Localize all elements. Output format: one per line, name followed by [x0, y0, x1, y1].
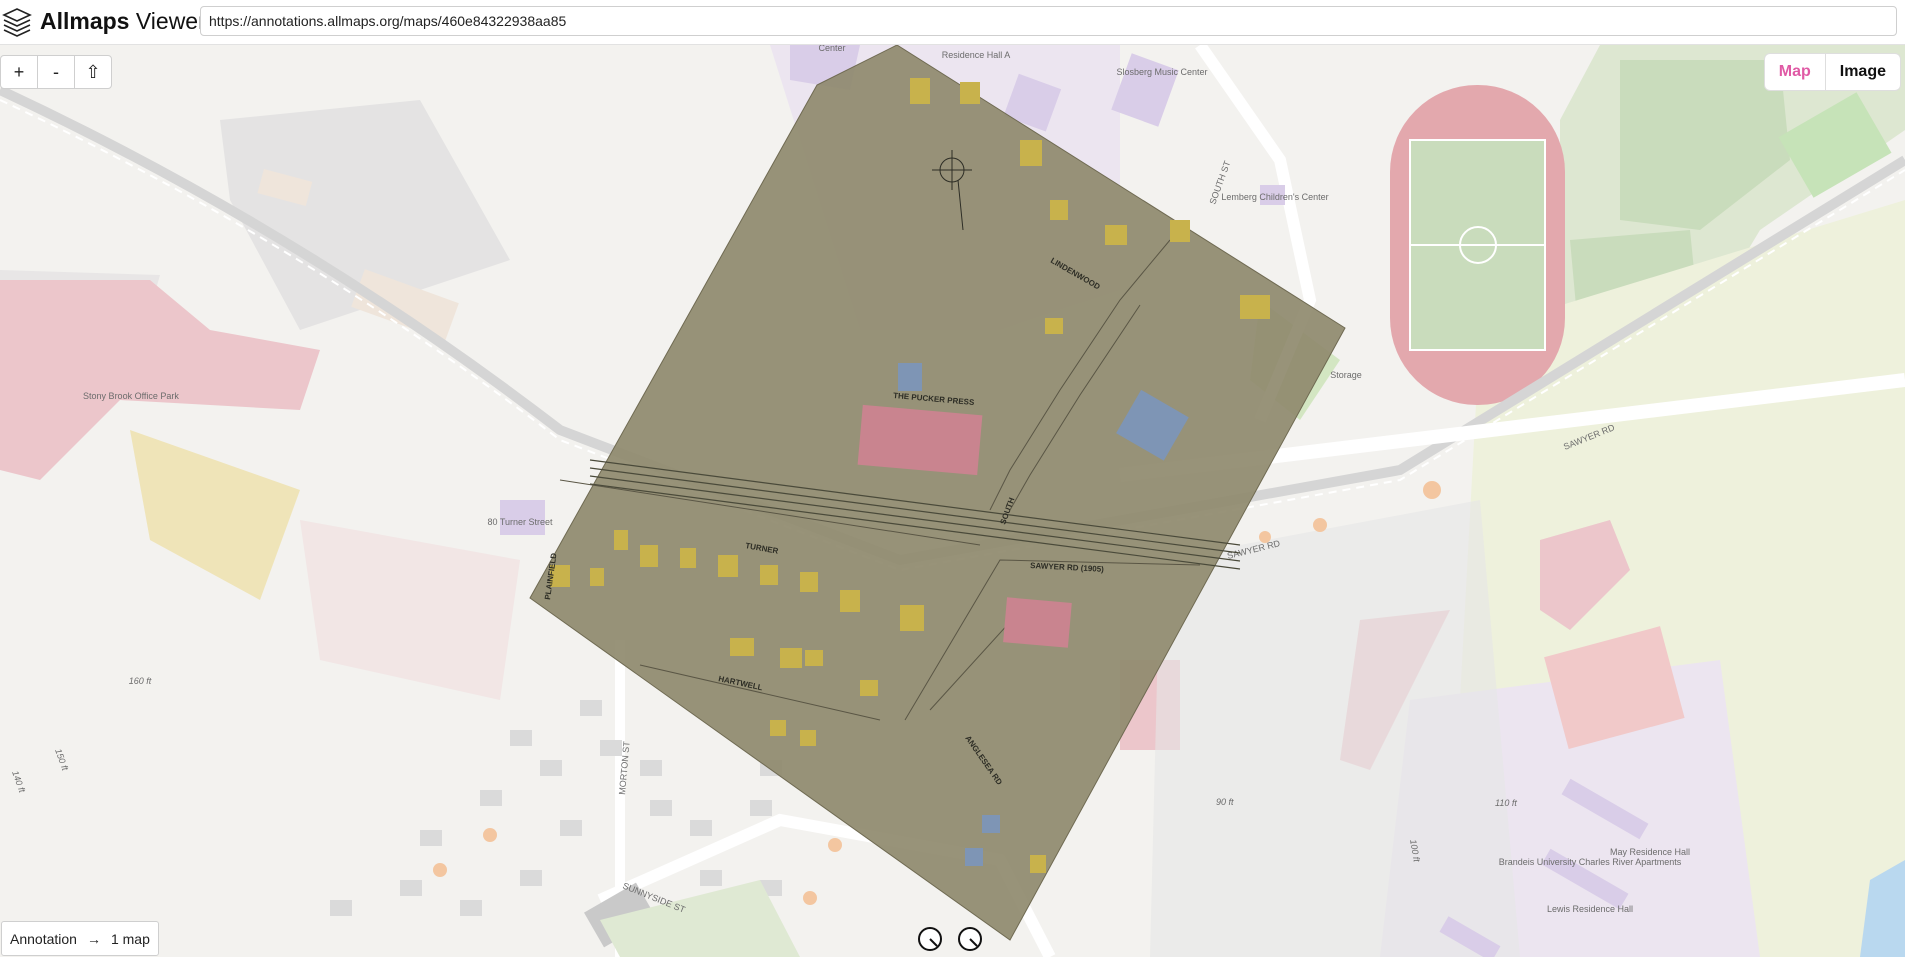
- allmaps-logo-icon: [2, 8, 32, 37]
- annotation-label: Annotation: [10, 930, 77, 947]
- app-title-bold: Allmaps: [40, 8, 130, 34]
- map-view-button[interactable]: Map: [1763, 53, 1826, 91]
- label-center: Center: [818, 45, 845, 53]
- reset-view-button[interactable]: ⇧: [74, 55, 112, 89]
- annotation-url-input[interactable]: https://annotations.allmaps.org/maps/460…: [200, 6, 1897, 36]
- top-bar: Allmaps Viewer https://annotations.allma…: [0, 0, 1905, 45]
- label-storage: Storage: [1330, 370, 1362, 380]
- image-view-button[interactable]: Image: [1824, 53, 1901, 91]
- label-residence-hall-a: Residence Hall A: [942, 50, 1011, 60]
- zoom-out-button[interactable]: -: [37, 55, 75, 89]
- app-title-light: Viewer: [135, 8, 206, 34]
- rotate-right-icon[interactable]: [957, 926, 983, 952]
- label-elev-90: 90 ft: [1216, 797, 1234, 807]
- label-turner-street: 80 Turner Street: [487, 517, 553, 527]
- label-elev-110: 110 ft: [1495, 798, 1517, 808]
- base-map[interactable]: Center Residence Hall A Slosberg Music C…: [0, 45, 1905, 957]
- map-count: 1 map: [110, 930, 150, 947]
- label-brandeis-apartments: Brandeis University Charles River Apartm…: [1499, 857, 1682, 867]
- label-lewis-hall: Lewis Residence Hall: [1547, 904, 1633, 914]
- label-elev-160: 160 ft: [129, 676, 152, 686]
- zoom-in-button[interactable]: +: [0, 55, 38, 89]
- map-canvas[interactable]: Center Residence Hall A Slosberg Music C…: [0, 45, 1905, 957]
- view-toggle: Map Image: [1763, 53, 1901, 91]
- label-lemberg: Lemberg Children's Center: [1221, 192, 1328, 202]
- label-stony-brook: Stony Brook Office Park: [83, 391, 179, 401]
- zoom-controls: + - ⇧: [0, 55, 112, 89]
- arrow-icon: →: [86, 930, 101, 947]
- rotate-left-icon[interactable]: [917, 926, 943, 952]
- label-slosberg: Slosberg Music Center: [1116, 67, 1207, 77]
- label-may-hall: May Residence Hall: [1610, 847, 1690, 857]
- annotation-footer[interactable]: Annotation → 1 map: [1, 921, 159, 956]
- app-title: Allmaps Viewer: [40, 8, 206, 35]
